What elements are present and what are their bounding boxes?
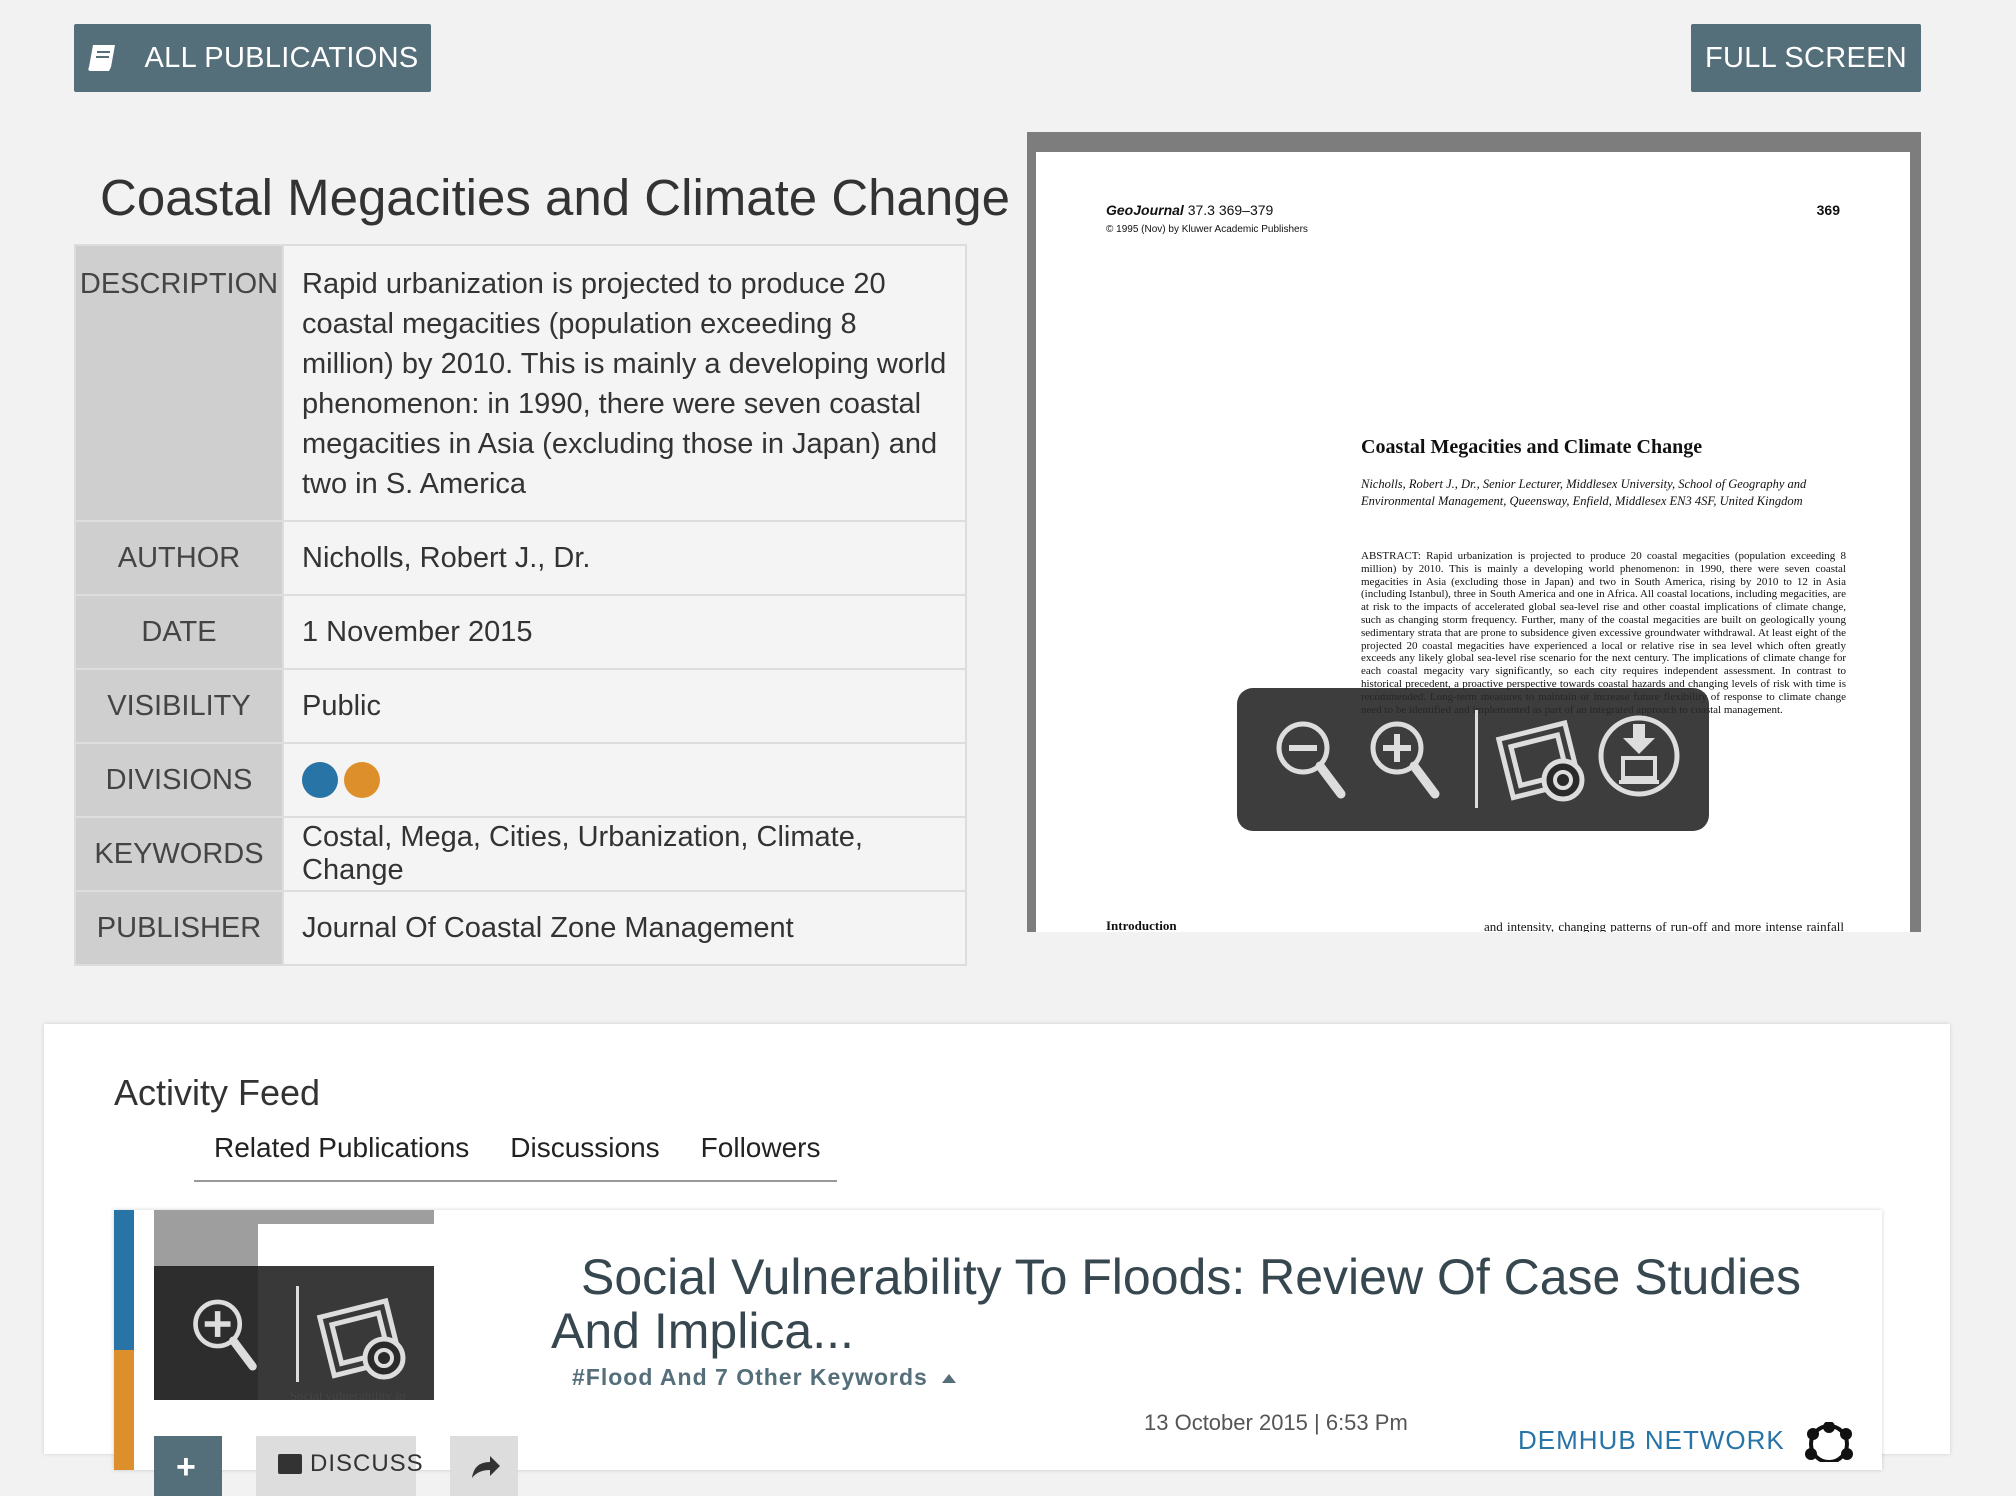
network-link[interactable]: DEMHUB NETWORK (1518, 1421, 1859, 1464)
publication-details-table: DESCRIPTION Rapid urbanization is projec… (74, 244, 967, 966)
thumb-zoom-in-icon[interactable] (190, 1296, 260, 1381)
publisher-value: Journal Of Coastal Zone Management (282, 890, 967, 966)
thumb-toolbar-divider (296, 1286, 299, 1382)
publication-thumbnail[interactable]: Social vulnerability to (154, 1210, 434, 1400)
row-date: DATE 1 November 2015 (74, 594, 967, 670)
all-publications-button[interactable]: ALL PUBLICATIONS (74, 24, 431, 92)
journal-volume: 37.3 369–379 (1187, 202, 1274, 218)
description-value: Rapid urbanization is projected to produ… (282, 244, 967, 522)
intro-heading: Introduction (1106, 918, 1177, 932)
full-screen-label: FULL SCREEN (1704, 41, 1908, 74)
keywords-toggle[interactable]: #Flood And 7 Other Keywords (572, 1364, 956, 1391)
description-label: DESCRIPTION (74, 244, 284, 522)
visibility-label: VISIBILITY (74, 668, 284, 744)
division-dot-blue[interactable] (302, 762, 338, 798)
feed-tabs: Related Publications Discussions Followe… (194, 1132, 837, 1182)
related-publication-card[interactable]: Social vulnerability to Social Vulnerabi… (114, 1210, 1882, 1496)
divisions-label: DIVISIONS (74, 742, 284, 818)
visibility-value: Public (282, 668, 967, 744)
network-label: DEMHUB NETWORK (1518, 1424, 1785, 1455)
date-value: 1 November 2015 (282, 594, 967, 670)
publication-title: Coastal Megacities and Climate Change (100, 169, 1010, 226)
publication-date: 13 October 2015 | 6:53 Pm (1144, 1410, 1408, 1435)
row-author: AUTHOR Nicholls, Robert J., Dr. (74, 520, 967, 596)
related-publication-title[interactable]: Social Vulnerability To Floods: Review O… (551, 1250, 1841, 1358)
comment-icon (278, 1454, 302, 1474)
discuss-label: DISCUSS (310, 1450, 424, 1477)
thumbnail-toolbar (154, 1266, 434, 1400)
author-affiliation: Nicholls, Robert J., Dr., Senior Lecture… (1361, 477, 1807, 508)
row-divisions: DIVISIONS (74, 742, 967, 818)
copyright-line: © 1995 (Nov) by Kluwer Academic Publishe… (1106, 224, 1308, 235)
plus-icon: + (176, 1448, 196, 1486)
toolbar-divider (1475, 710, 1478, 808)
journal-header: GeoJournal 37.3 369–379 (1106, 202, 1273, 218)
share-icon (472, 1456, 500, 1478)
book-icon (87, 43, 119, 73)
keywords-text: #Flood And 7 Other Keywords (572, 1364, 928, 1390)
keywords-label: KEYWORDS (74, 816, 284, 892)
author-value: Nicholls, Robert J., Dr. (282, 520, 967, 596)
all-publications-label: ALL PUBLICATIONS (144, 41, 419, 74)
thumbnail-caption: Social vulnerability to (290, 1388, 406, 1400)
activity-feed: Activity Feed Related Publications Discu… (44, 1024, 1950, 1496)
date-label: DATE (74, 594, 284, 670)
tab-related-publications[interactable]: Related Publications (214, 1132, 490, 1180)
tab-followers[interactable]: Followers (701, 1132, 842, 1180)
caret-up-icon (941, 1374, 956, 1384)
share-button[interactable] (450, 1436, 518, 1496)
division-dot-orange[interactable] (344, 762, 380, 798)
network-icon (1805, 1421, 1854, 1464)
division-strip-orange (114, 1350, 134, 1470)
row-description: DESCRIPTION Rapid urbanization is projec… (74, 244, 967, 522)
keywords-value: Costal, Mega, Cities, Urbanization, Clim… (282, 816, 967, 892)
discuss-button[interactable]: DISCUSS (256, 1436, 423, 1496)
image-icon[interactable] (1495, 712, 1589, 808)
article-title: Coastal Megacities and Climate Change (1361, 436, 1703, 458)
zoom-out-icon[interactable] (1273, 718, 1349, 804)
journal-name: GeoJournal (1106, 202, 1184, 218)
viewer-toolbar (1237, 688, 1709, 831)
author-label: AUTHOR (74, 520, 284, 596)
divisions-value (282, 742, 967, 818)
row-publisher: PUBLISHER Journal Of Coastal Zone Manage… (74, 890, 967, 966)
page-number: 369 (1816, 202, 1840, 218)
thumb-image-icon[interactable] (316, 1290, 410, 1391)
intro-text: and intensity, changing patterns of run-… (1484, 919, 1844, 932)
row-visibility: VISIBILITY Public (74, 668, 967, 744)
division-strip-blue (114, 1210, 134, 1350)
zoom-in-icon[interactable] (1367, 718, 1443, 804)
row-keywords: KEYWORDS Costal, Mega, Cities, Urbanizat… (74, 816, 967, 892)
tab-discussions[interactable]: Discussions (510, 1132, 680, 1180)
activity-feed-title: Activity Feed (114, 1072, 321, 1113)
publisher-label: PUBLISHER (74, 890, 284, 966)
download-icon[interactable] (1597, 714, 1681, 798)
add-button[interactable]: + (154, 1436, 222, 1496)
full-screen-button[interactable]: FULL SCREEN (1691, 24, 1921, 92)
